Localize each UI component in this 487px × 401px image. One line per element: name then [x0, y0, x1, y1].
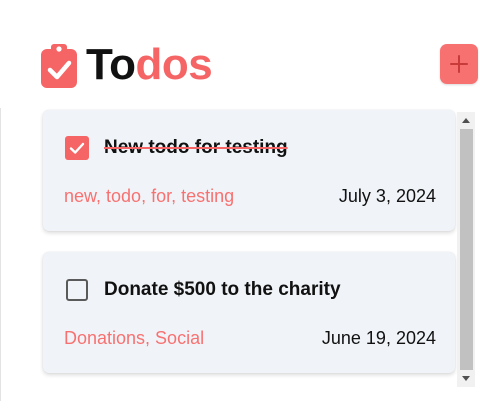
todo-item[interactable]: New todo for testing new, todo, for, tes… — [43, 110, 455, 231]
todo-tags: Donations, Social — [64, 328, 205, 348]
scroll-down-arrow-icon[interactable] — [457, 370, 475, 387]
todo-date: July 3, 2024 — [338, 186, 436, 206]
todo-list: New todo for testing new, todo, for, tes… — [40, 108, 457, 398]
scrollbar-thumb[interactable] — [460, 129, 473, 370]
todo-tags: new, todo, for, testing — [64, 186, 235, 206]
add-todo-button[interactable] — [440, 44, 478, 84]
app-title-to: To — [86, 40, 136, 89]
clipboard-check-icon — [41, 44, 77, 88]
todo-title: New todo for testing — [104, 137, 288, 158]
plus-icon — [450, 55, 468, 73]
todo-checkbox-checked[interactable] — [65, 136, 89, 160]
todo-date: June 19, 2024 — [321, 328, 436, 348]
vertical-scrollbar[interactable] — [457, 112, 475, 387]
left-panel-divider — [0, 108, 1, 401]
app-header: Todos — [41, 40, 213, 90]
app-title-dos: dos — [135, 40, 213, 89]
todo-item[interactable]: Donate $500 to the charity Donations, So… — [43, 252, 455, 373]
check-icon — [69, 142, 85, 154]
todo-checkbox-unchecked[interactable] — [66, 279, 88, 301]
app-title: Todos — [86, 40, 213, 89]
todo-title: Donate $500 to the charity — [104, 279, 341, 300]
scroll-up-arrow-icon[interactable] — [457, 112, 475, 129]
